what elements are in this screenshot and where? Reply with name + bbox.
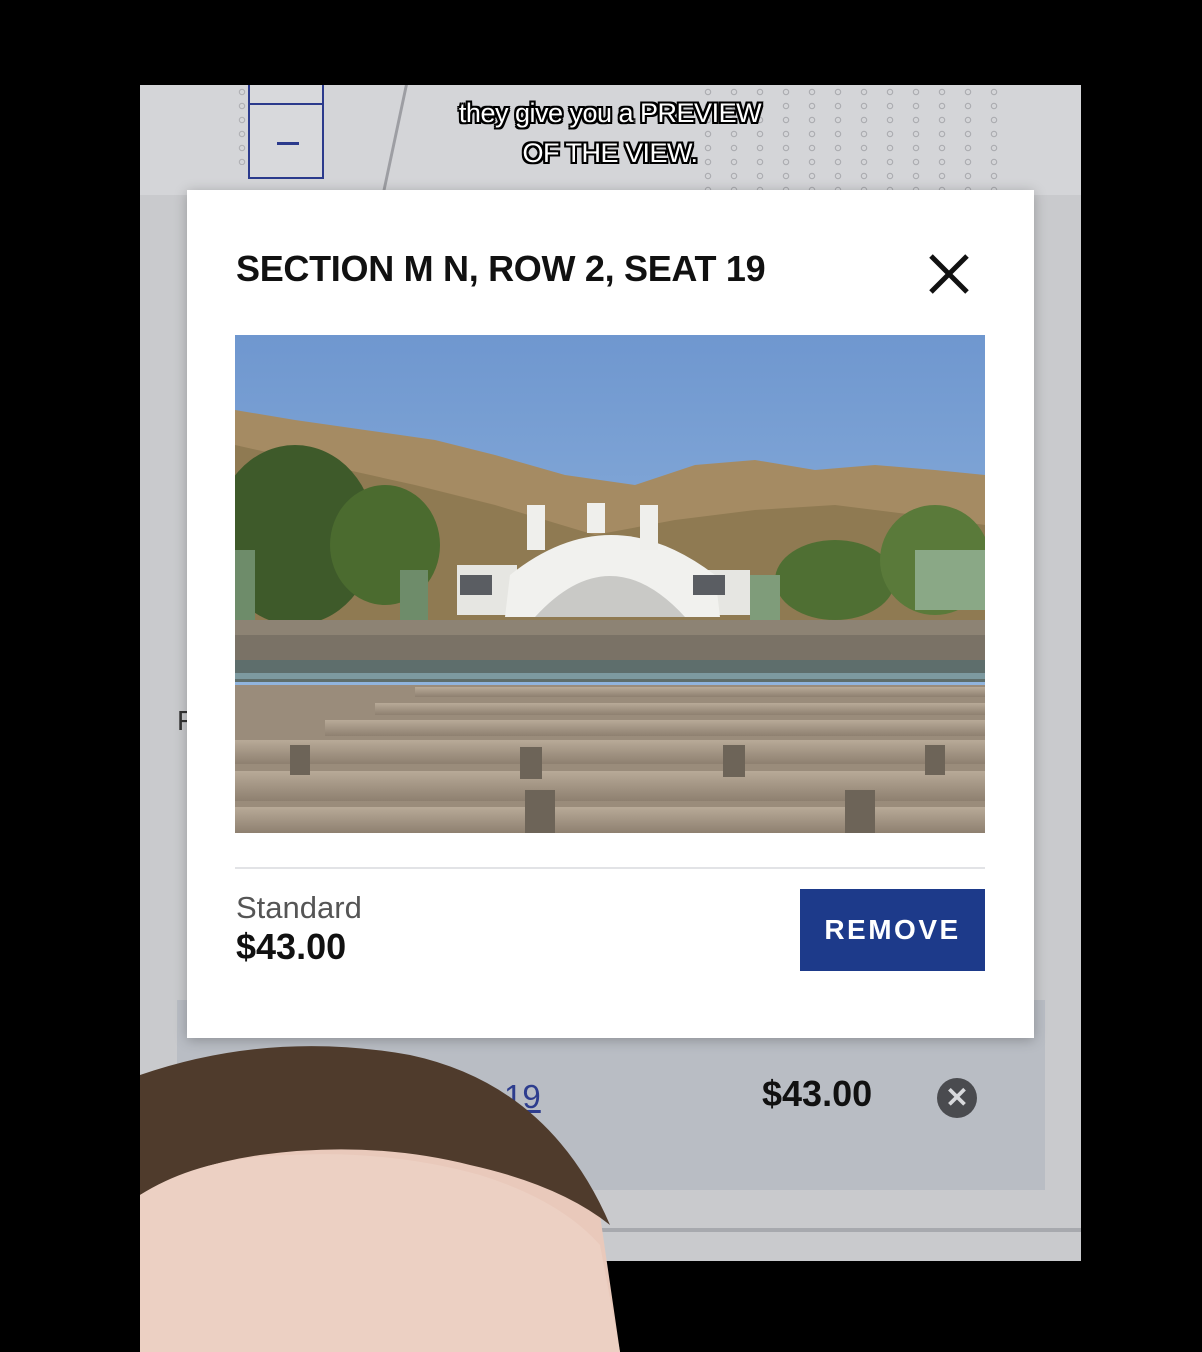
ticket-price: $43.00 bbox=[236, 926, 347, 967]
close-icon[interactable] bbox=[925, 250, 973, 298]
video-caption: they give you a PREVIEW OF THE VIEW. bbox=[430, 93, 790, 173]
presenter-face-overlay bbox=[140, 1046, 620, 1352]
modal-title: SECTION M N, ROW 2, SEAT 19 bbox=[236, 248, 766, 289]
remove-seat-icon[interactable]: ✕ bbox=[937, 1078, 977, 1118]
cart-seat-price: $43.00 bbox=[762, 1073, 873, 1114]
seat-dots-left bbox=[235, 85, 249, 165]
seat-preview-modal: SECTION M N, ROW 2, SEAT 19 Standard $43… bbox=[187, 190, 1034, 1038]
caption-line-2: OF THE VIEW. bbox=[522, 138, 698, 168]
ticket-type: Standard bbox=[236, 890, 362, 925]
caption-line-1: they give you a PREVIEW bbox=[458, 98, 762, 128]
remove-button[interactable]: REMOVE bbox=[800, 889, 985, 971]
seat-view-photo bbox=[235, 335, 985, 833]
modal-divider bbox=[235, 867, 985, 869]
zoom-control bbox=[248, 85, 324, 179]
zoom-control-divider bbox=[250, 103, 322, 105]
zoom-out-button[interactable] bbox=[277, 142, 299, 145]
